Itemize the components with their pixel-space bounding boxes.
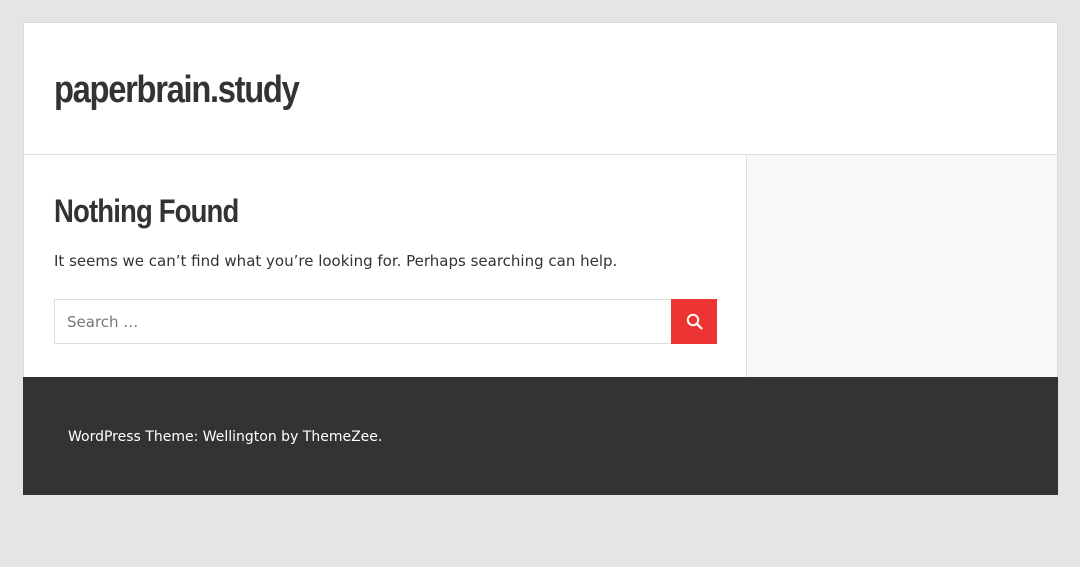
site-title-link[interactable]: paperbrain.study (54, 69, 300, 112)
main-content: Nothing Found It seems we can’t find wha… (24, 155, 747, 377)
content-row: Nothing Found It seems we can’t find wha… (23, 155, 1058, 377)
sidebar (747, 155, 1057, 377)
search-button[interactable] (671, 299, 717, 344)
footer-credit[interactable]: WordPress Theme: Wellington by ThemeZee. (68, 429, 382, 445)
page-title: Nothing Found (54, 193, 239, 229)
site-footer: WordPress Theme: Wellington by ThemeZee. (23, 377, 1058, 495)
search-icon (686, 313, 703, 330)
page-wrapper: paperbrain.study Nothing Found It seems … (23, 22, 1058, 495)
search-form (54, 299, 717, 344)
search-input[interactable] (54, 299, 671, 344)
not-found-message: It seems we can’t find what you’re looki… (54, 252, 618, 270)
site-header: paperbrain.study (23, 22, 1058, 155)
